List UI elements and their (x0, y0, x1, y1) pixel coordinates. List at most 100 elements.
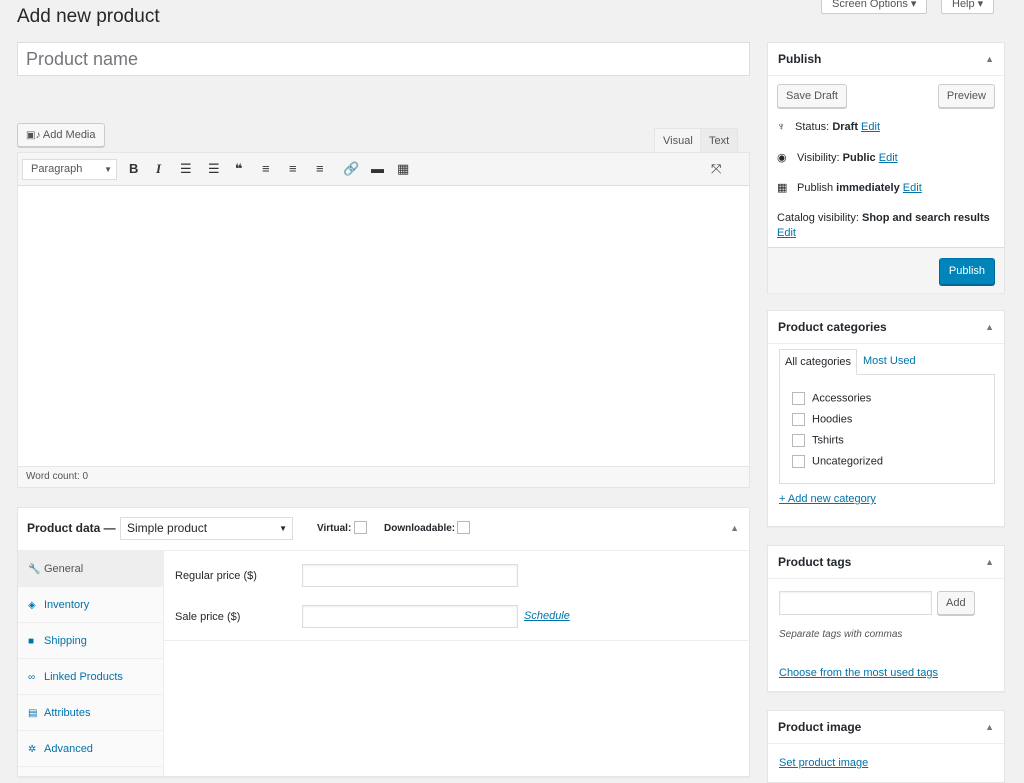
blockquote-icon[interactable]: ❝ (235, 161, 243, 177)
product-image-box-title: Product image ▲ (768, 711, 1004, 744)
schedule-link[interactable]: Schedule (524, 610, 570, 622)
chevron-down-icon: ▼ (104, 165, 112, 174)
category-item[interactable]: Accessories (792, 392, 871, 405)
choose-most-used-tags-link[interactable]: Choose from the most used tags (779, 667, 938, 679)
visibility-row: ◉ Visibility: Public Edit (777, 152, 898, 164)
product-name-input[interactable]: Product name (17, 42, 750, 76)
calendar-icon: ▦ (777, 182, 788, 194)
set-product-image-link[interactable]: Set product image (779, 757, 868, 769)
add-tag-button[interactable]: Add (937, 591, 975, 615)
status-edit-link[interactable]: Edit (861, 121, 880, 133)
sale-price-label: Sale price ($) (175, 611, 241, 623)
publish-date-edit-link[interactable]: Edit (903, 182, 922, 194)
gear-icon: ✲ (28, 744, 37, 755)
numbered-list-icon[interactable]: ☰ (208, 161, 220, 177)
save-draft-button[interactable]: Save Draft (777, 84, 847, 108)
categories-box: Product categories ▲ All categories Most… (767, 310, 1005, 527)
screen-options-button[interactable]: Screen Options ▾ (821, 0, 928, 14)
category-checkbox[interactable] (792, 455, 805, 468)
format-select[interactable]: Paragraph ▼ (22, 159, 117, 180)
publish-date-row: ▦ Publish immediately Edit (777, 182, 922, 194)
product-data-tabs: 🔧 General ◈ Inventory ■ Shipping ∞ Linked Pr… (18, 551, 164, 776)
collapse-toggle-icon[interactable]: ▲ (985, 546, 994, 579)
align-left-icon[interactable]: ≡ (262, 161, 270, 176)
content-editor: Paragraph ▼ B I ☰ ☰ ❝ ≡ ≡ ≡ 🔗 ▬ ▦ ⤧ Word… (17, 152, 750, 488)
virtual-label: Virtual: (317, 523, 352, 534)
editor-tabs: Visual Text (654, 128, 750, 153)
collapse-toggle-icon[interactable]: ▲ (985, 311, 994, 344)
tab-advanced[interactable]: ✲ Advanced (18, 731, 164, 767)
tags-box-title: Product tags ▲ (768, 546, 1004, 579)
editor-toolbar: Paragraph ▼ B I ☰ ☰ ❝ ≡ ≡ ≡ 🔗 ▬ ▦ ⤧ (18, 153, 749, 186)
category-item[interactable]: Uncategorized (792, 455, 883, 468)
link-icon: ∞ (28, 672, 36, 683)
catalog-visibility-row: Catalog visibility: Shop and search resu… (777, 212, 990, 239)
align-right-icon[interactable]: ≡ (316, 161, 324, 176)
editor-content-area[interactable] (18, 186, 749, 468)
chevron-down-icon: ▼ (279, 524, 287, 533)
publish-actions: Publish (768, 247, 1004, 293)
link-icon[interactable]: 🔗 (343, 161, 359, 177)
publish-box: Publish ▲ Save Draft Preview ♆ Status: Dr… (767, 42, 1005, 293)
tab-all-categories[interactable]: All categories (779, 349, 858, 375)
bold-icon[interactable]: B (129, 161, 138, 176)
category-checkbox[interactable] (792, 434, 805, 447)
list-icon: ▤ (28, 708, 38, 719)
wrench-icon: 🔧 (28, 564, 41, 575)
downloadable-label: Downloadable: (384, 523, 456, 534)
sale-price-input[interactable] (302, 605, 518, 628)
category-checkbox[interactable] (792, 392, 805, 405)
publish-button[interactable]: Publish (938, 258, 995, 285)
media-icon: ▣♪ (26, 130, 41, 141)
tab-most-used[interactable]: Most Used (863, 355, 916, 367)
word-count: Word count: 0 (18, 466, 749, 487)
categories-box-title: Product categories ▲ (768, 311, 1004, 344)
catalog-edit-link[interactable]: Edit (777, 227, 796, 239)
truck-icon: ■ (28, 636, 35, 647)
collapse-toggle-icon[interactable]: ▲ (985, 43, 994, 76)
category-checkbox[interactable] (792, 413, 805, 426)
tab-general[interactable]: 🔧 General (18, 551, 164, 587)
toolbar-toggle-icon[interactable]: ▦ (397, 161, 409, 177)
align-center-icon[interactable]: ≡ (289, 161, 297, 176)
italic-icon[interactable]: I (156, 161, 161, 177)
add-media-button[interactable]: ▣♪ Add Media (17, 123, 105, 147)
collapse-toggle-icon[interactable]: ▲ (730, 523, 739, 533)
pin-icon: ♆ (777, 121, 786, 133)
read-more-icon[interactable]: ▬ (371, 161, 384, 176)
tab-visual[interactable]: Visual (654, 128, 702, 153)
bullet-list-icon[interactable]: ☰ (180, 161, 192, 177)
tab-shipping[interactable]: ■ Shipping (18, 623, 164, 659)
page-title: Add new product (17, 6, 160, 27)
downloadable-checkbox[interactable] (457, 521, 470, 534)
collapse-toggle-icon[interactable]: ▲ (985, 711, 994, 744)
status-row: ♆ Status: Draft Edit (777, 121, 881, 133)
tab-attributes[interactable]: ▤ Attributes (18, 695, 164, 731)
product-type-select[interactable]: Simple product ▼ (120, 517, 293, 540)
product-image-box: Product image ▲ Set product image (767, 710, 1005, 783)
publish-box-title: Publish ▲ (768, 43, 1004, 76)
category-checklist: Accessories Hoodies Tshirts Uncategorize… (779, 374, 995, 484)
regular-price-label: Regular price ($) (175, 570, 257, 582)
tab-linked-products[interactable]: ∞ Linked Products (18, 659, 164, 695)
category-item[interactable]: Hoodies (792, 413, 852, 426)
tag-input[interactable] (779, 591, 932, 615)
tab-inventory[interactable]: ◈ Inventory (18, 587, 164, 623)
tag-icon: ◈ (28, 600, 36, 611)
eye-icon: ◉ (777, 152, 787, 164)
product-data-box: Product data — Simple product ▼ Virtual:… (17, 507, 751, 777)
product-data-header: Product data — Simple product ▼ Virtual:… (18, 508, 749, 551)
help-button[interactable]: Help ▾ (941, 0, 995, 14)
preview-button[interactable]: Preview (937, 84, 995, 108)
virtual-checkbox[interactable] (354, 521, 367, 534)
add-new-category-link[interactable]: + Add new category (779, 493, 876, 505)
product-data-label: Product data — (27, 521, 116, 535)
fullscreen-icon[interactable]: ⤧ (711, 161, 721, 177)
tab-text[interactable]: Text (700, 128, 739, 153)
tags-box: Product tags ▲ Add Separate tags with co… (767, 545, 1005, 692)
visibility-edit-link[interactable]: Edit (879, 152, 898, 164)
category-item[interactable]: Tshirts (792, 434, 844, 447)
general-panel: Regular price ($) Sale price ($) Schedul… (164, 551, 751, 641)
regular-price-input[interactable] (302, 564, 518, 587)
tags-hint: Separate tags with commas (779, 629, 903, 640)
